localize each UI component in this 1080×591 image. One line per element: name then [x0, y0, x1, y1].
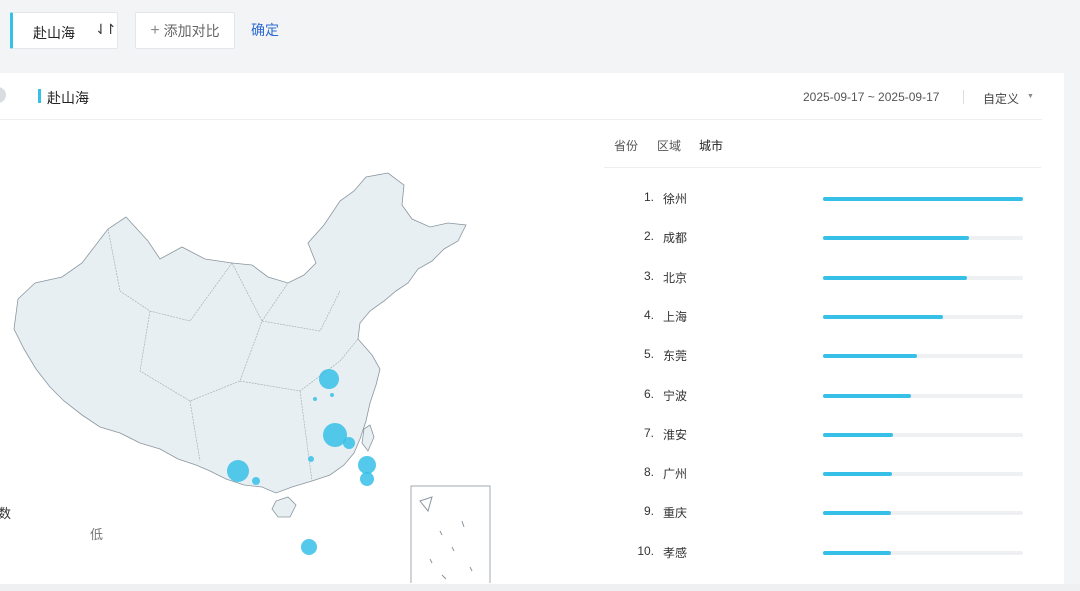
rank-bar-fill [823, 236, 969, 241]
rank-bar-track [823, 354, 1023, 359]
rank-city-name: 孝感 [663, 545, 688, 560]
ranking-row[interactable]: 7. 淮安 [0, 424, 1064, 444]
rank-bar-track [823, 511, 1023, 516]
rank-bar-fill [823, 511, 891, 516]
rank-city-name: 重庆 [663, 506, 688, 521]
tab-province[interactable]: 省份 [614, 137, 638, 154]
rank-bar-track [823, 197, 1023, 201]
rank-number: 10. [637, 543, 654, 558]
rank-number: 2. [643, 229, 654, 244]
compare-toolbar: 赴山海 ⇃↾ + 添加对比 确定 [0, 0, 1080, 72]
plus-icon: + [150, 21, 160, 39]
rank-bar-track [823, 314, 1023, 319]
ranking-row[interactable]: 9. 重庆 [0, 502, 1064, 522]
bottom-strip [0, 584, 1080, 591]
rank-bar-track [823, 472, 1023, 477]
header-divider [963, 90, 964, 104]
add-compare-button[interactable]: + 添加对比 [135, 12, 235, 49]
keyword-text: 赴山海 [33, 25, 75, 41]
rank-bar-track [823, 550, 1023, 555]
rank-bar-fill [823, 314, 943, 319]
panel-title: 赴山海 [47, 90, 89, 106]
rank-bar-fill [823, 275, 967, 280]
rank-number: 1. [643, 190, 654, 204]
mainland-shape [13, 172, 467, 494]
rank-bar-fill [823, 550, 891, 555]
ranking-row[interactable]: 6. 宁波 [0, 385, 1064, 405]
caret-down-icon[interactable]: ▼ [1027, 93, 1034, 100]
rank-city-name: 徐州 [663, 192, 688, 206]
rank-number: 7. [643, 425, 654, 440]
rank-bar-fill [823, 197, 1023, 201]
rank-city-name: 广州 [663, 467, 688, 482]
ranking-row[interactable]: 2. 成都 [0, 227, 1064, 247]
keyword-chip[interactable]: 赴山海 ⇃↾ [10, 12, 118, 49]
ranking-row[interactable]: 1. 徐州 [0, 188, 1064, 208]
legend-low-label: 低 [90, 527, 104, 542]
rank-city-name: 淮安 [663, 427, 688, 442]
rank-bar-fill [823, 354, 917, 359]
rank-number: 6. [643, 386, 654, 401]
avatar [0, 87, 6, 103]
sort-icon[interactable]: ⇃↾ [95, 21, 117, 38]
rank-city-name: 成都 [663, 231, 688, 246]
rank-city-name: 东莞 [663, 349, 688, 364]
confirm-link[interactable]: 确定 [251, 20, 279, 40]
region-tabs: 省份 区域 城市 [604, 133, 1041, 168]
ranking-row[interactable]: 10. 孝感 [0, 542, 1064, 562]
ranking-row[interactable]: 4. 上海 [0, 306, 1064, 326]
date-range[interactable]: 2025-09-17 ~ 2025-09-17 [803, 90, 939, 104]
region-panel: 赴山海 2025-09-17 ~ 2025-09-17 自定义 ▼ 数 低 省份… [0, 73, 1064, 591]
bubble-xiaogan [308, 456, 314, 462]
panel-header: 赴山海 2025-09-17 ~ 2025-09-17 自定义 ▼ [0, 73, 1042, 120]
rank-bar-track [823, 432, 1023, 437]
rank-city-name: 北京 [663, 270, 688, 285]
title-accent-bar [38, 89, 41, 103]
ranking-row[interactable]: 8. 广州 [0, 463, 1064, 483]
rank-number: 5. [643, 347, 654, 362]
custom-range-select[interactable]: 自定义 [983, 90, 1019, 107]
rank-number: 4. [643, 307, 654, 322]
rank-city-name: 宁波 [663, 388, 688, 403]
rank-bar-fill [823, 393, 911, 398]
rank-number: 8. [643, 465, 654, 480]
rank-bar-track [823, 275, 1023, 280]
rank-bar-track [823, 393, 1023, 398]
rank-bar-fill [823, 472, 892, 477]
rank-bar-track [823, 236, 1023, 241]
rank-number: 3. [643, 268, 654, 283]
rank-city-name: 上海 [663, 309, 688, 324]
rank-number: 9. [643, 504, 654, 519]
ranking-row[interactable]: 3. 北京 [0, 267, 1064, 287]
rank-bar-fill [823, 432, 893, 437]
add-compare-label: 添加对比 [163, 22, 220, 39]
tab-city[interactable]: 城市 [699, 137, 723, 154]
tab-region[interactable]: 区域 [657, 137, 681, 154]
ranking-row[interactable]: 5. 东莞 [0, 345, 1064, 365]
